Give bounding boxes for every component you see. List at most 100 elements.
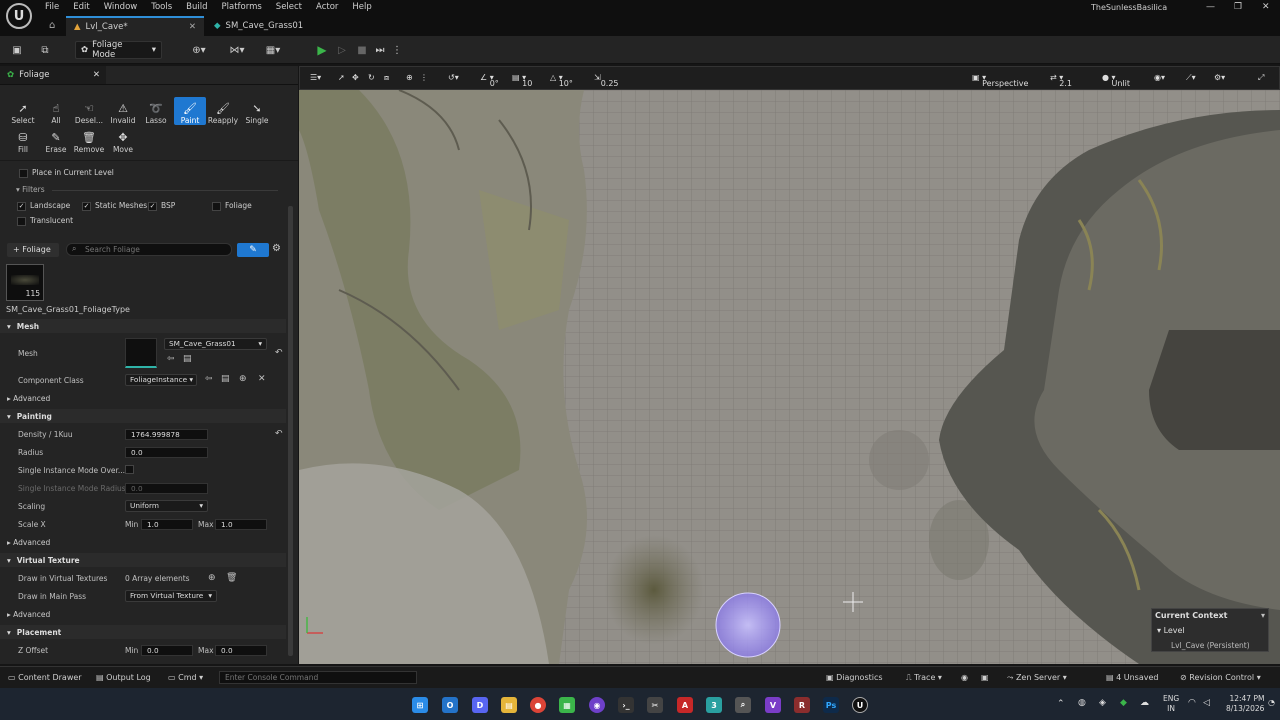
search-foliage-input[interactable]: [66, 243, 232, 256]
tray-discord-icon[interactable]: ◍: [1078, 698, 1086, 708]
bsp-checkbox[interactable]: ✓: [148, 201, 157, 211]
unsaved-button[interactable]: ▤ 4 Unsaved: [1106, 673, 1158, 682]
cinematics-icon[interactable]: ▦▾: [260, 40, 286, 60]
more-options-icon[interactable]: ⋮: [392, 40, 402, 60]
browse-folder-icon[interactable]: ▤: [183, 354, 192, 364]
restore-icon[interactable]: ❐: [1234, 2, 1242, 12]
radius-field[interactable]: 0.0: [125, 447, 208, 458]
section-virtual-texture[interactable]: ▾ Virtual Texture: [0, 553, 286, 567]
mesh-thumbnail[interactable]: [125, 338, 157, 368]
realtime-icon[interactable]: ⟋▾: [1186, 73, 1196, 83]
filter-static-meshes[interactable]: ✓ Static Meshes: [82, 201, 147, 211]
menu-help[interactable]: Help: [352, 2, 371, 12]
menu-tools[interactable]: Tools: [151, 2, 172, 12]
translate-icon[interactable]: ✥: [352, 73, 359, 82]
cmd-dropdown[interactable]: ▭ Cmd ▾: [168, 673, 203, 682]
mesh-advanced[interactable]: ▸ Advanced: [7, 394, 50, 403]
surface-snap-icon[interactable]: ↺▾: [448, 73, 459, 82]
filter-bsp[interactable]: ✓ BSP: [148, 201, 175, 211]
menu-select[interactable]: Select: [276, 2, 302, 12]
zen-server-dropdown[interactable]: ⤳ Zen Server ▾: [1007, 673, 1067, 683]
volume-icon[interactable]: ◁: [1203, 698, 1210, 708]
scale-x-min-field[interactable]: 1.0: [141, 519, 193, 530]
tool-all[interactable]: ☝ All: [40, 97, 72, 125]
foliage-checkbox[interactable]: [212, 201, 221, 211]
console-command-input[interactable]: [219, 671, 417, 684]
place-in-level-option[interactable]: Place in Current Level: [19, 168, 114, 178]
tool-fill[interactable]: ⛁ Fill: [7, 126, 39, 154]
blueprint-icon[interactable]: ⋈▾: [224, 40, 250, 60]
draw-main-pass-dropdown[interactable]: From Virtual Texture ▾: [125, 590, 217, 602]
menu-window[interactable]: Window: [104, 2, 138, 12]
search-app-icon[interactable]: ⌕: [735, 697, 751, 713]
clock[interactable]: 12:47 PM 8/13/2026: [1226, 694, 1264, 714]
rotation-snap-value[interactable]: ∠ 0° ▾: [480, 73, 499, 88]
scale-x-max-field[interactable]: 1.0: [215, 519, 267, 530]
file-explorer-icon[interactable]: ▤: [501, 697, 517, 713]
foliage-panel-tab[interactable]: ✿ Foliage ✕: [0, 66, 106, 84]
clear-icon[interactable]: ✕: [258, 374, 266, 384]
camera-speed-dropdown[interactable]: ⇄ 2.1 ▾: [1050, 73, 1072, 88]
windows-start-icon[interactable]: ⊞: [412, 697, 428, 713]
show-flags-icon[interactable]: ◉▾: [1154, 73, 1165, 82]
photoshop-icon[interactable]: Ps: [823, 697, 839, 713]
unreal-engine-icon[interactable]: U: [852, 697, 868, 713]
browse-icon[interactable]: ▤: [221, 374, 230, 384]
component-class-dropdown[interactable]: FoliageInstance ▾: [125, 374, 197, 386]
reset-icon[interactable]: ↶: [275, 348, 283, 358]
menu-edit[interactable]: Edit: [73, 2, 89, 12]
renderdoc-icon[interactable]: R: [794, 697, 810, 713]
level-viewport[interactable]: ☰▾ ➚ ✥ ↻ ⧈ ⊕ ⋮ ↺▾ ∠ 0° ▾ ▤ 10 ▾ △ 10° ▾ …: [299, 66, 1280, 664]
step-icon[interactable]: ▷: [334, 40, 350, 60]
play-icon[interactable]: ▶: [314, 40, 330, 60]
sheets-icon[interactable]: ▦: [559, 697, 575, 713]
menu-actor[interactable]: Actor: [316, 2, 338, 12]
mesh-dropdown[interactable]: SM_Cave_Grass01 ▾: [164, 338, 267, 350]
tool-paint[interactable]: 🖌 Paint: [174, 97, 206, 125]
filter-translucent[interactable]: Translucent: [17, 216, 73, 226]
translucent-checkbox[interactable]: [17, 216, 26, 226]
use-selected-icon[interactable]: ⇦: [205, 374, 213, 384]
scale-snap-value[interactable]: ⇲ 0.25: [594, 73, 619, 88]
menu-build[interactable]: Build: [186, 2, 207, 12]
z-offset-max-field[interactable]: 0.0: [215, 645, 267, 656]
content-browser-icon[interactable]: ⧉: [36, 40, 54, 60]
z-offset-min-field[interactable]: 0.0: [141, 645, 193, 656]
section-placement[interactable]: ▾ Placement: [0, 625, 286, 639]
screenshot-icon[interactable]: ▣: [981, 673, 989, 682]
add-actor-icon[interactable]: ⊕▾: [186, 40, 212, 60]
filter-foliage[interactable]: Foliage: [212, 201, 252, 211]
select-mode-icon[interactable]: ➚: [338, 73, 345, 82]
outlook-icon[interactable]: O: [442, 697, 458, 713]
minimize-icon[interactable]: —: [1206, 2, 1215, 12]
reset-icon[interactable]: ↶: [275, 429, 283, 439]
tool-move[interactable]: ✥ Move: [107, 126, 139, 154]
foliage-type-thumbnail[interactable]: 115: [6, 264, 44, 301]
panel-scrollbar[interactable]: [288, 206, 293, 656]
add-icon[interactable]: ⊕: [239, 374, 247, 384]
stop-icon[interactable]: ■: [354, 40, 370, 60]
maximize-viewport-icon[interactable]: ⤢: [1258, 73, 1264, 83]
unreal-logo-icon[interactable]: U: [6, 3, 32, 29]
viewport-menu-icon[interactable]: ☰▾: [310, 73, 321, 82]
density-field[interactable]: 1764.999878: [125, 429, 208, 440]
tool-erase[interactable]: ✎ Erase: [40, 126, 72, 154]
tool-remove[interactable]: 🗑 Remove: [73, 126, 105, 154]
scale-icon[interactable]: ⧈: [384, 73, 389, 83]
language-indicator[interactable]: ENG IN: [1163, 694, 1179, 714]
panel-close-icon[interactable]: ✕: [93, 70, 100, 80]
angle-snap-value[interactable]: △ 10° ▾: [550, 73, 573, 88]
output-log-button[interactable]: ▤ Output Log: [96, 673, 151, 682]
grid-snap-value[interactable]: ▤ 10 ▾: [512, 73, 532, 88]
world-space-icon[interactable]: ⊕: [406, 73, 413, 82]
options-icon[interactable]: ⋮: [420, 73, 428, 82]
tray-cloud-icon[interactable]: ☁: [1140, 698, 1149, 708]
tray-chevron-icon[interactable]: ⌃: [1057, 699, 1065, 709]
terminal-icon[interactable]: ›_: [618, 697, 634, 713]
section-mesh[interactable]: ▾ Mesh: [0, 319, 286, 333]
paint-toggle-button[interactable]: ✎: [237, 243, 269, 257]
painting-advanced[interactable]: ▸ Advanced: [7, 538, 50, 547]
github-icon[interactable]: ◉: [589, 697, 605, 713]
close-window-icon[interactable]: ✕: [1262, 2, 1270, 12]
menu-platforms[interactable]: Platforms: [222, 2, 262, 12]
